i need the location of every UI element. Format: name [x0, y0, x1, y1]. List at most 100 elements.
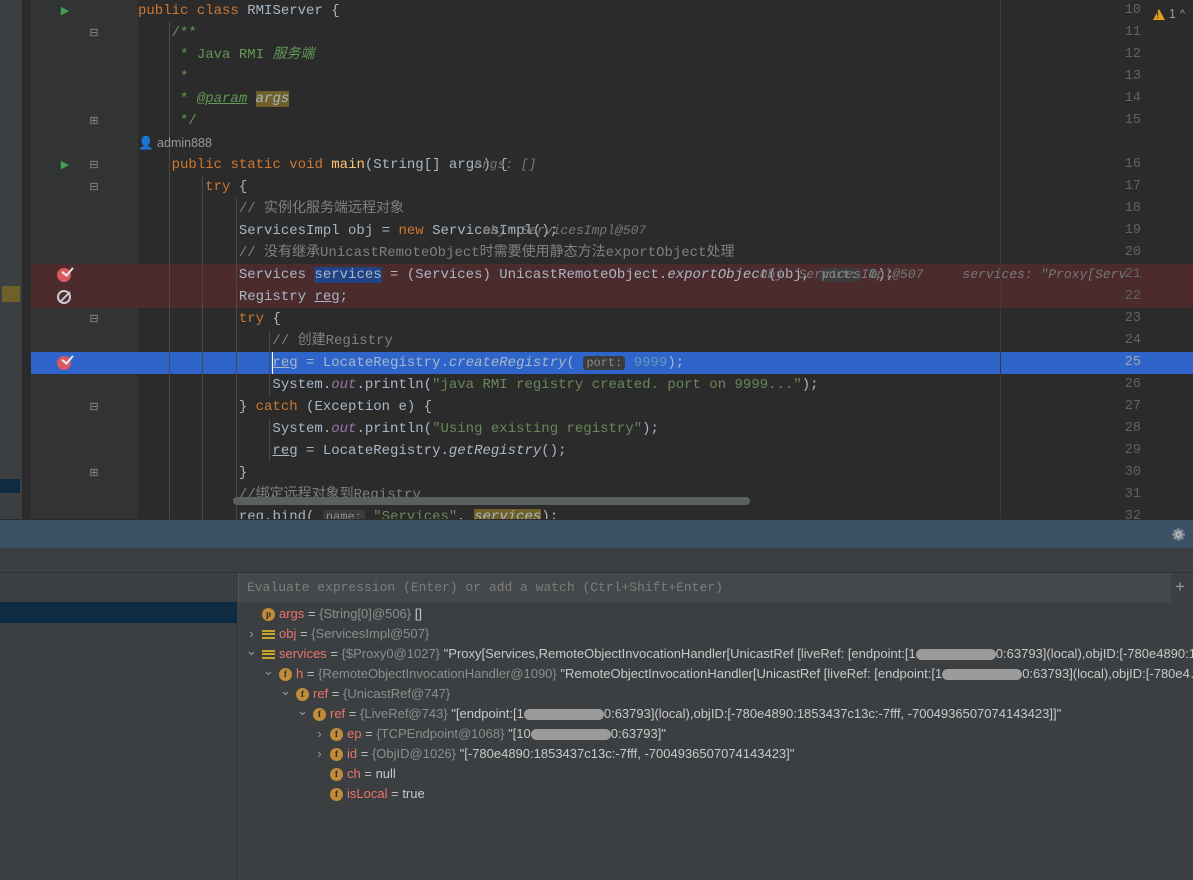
fold-marker[interactable]: ⊟ — [88, 154, 100, 176]
debug-toolwindow-header[interactable] — [0, 519, 1193, 548]
variable-row[interactable]: f isLocal = true — [238, 784, 1193, 804]
frames-panel[interactable] — [0, 602, 237, 880]
code-line[interactable]: 20 // 没有继承UnicastRemoteObject时需要使用静态方法ex… — [0, 242, 1193, 264]
variable-row[interactable]: f ch = null — [238, 764, 1193, 784]
hscrollbar-thumb[interactable] — [233, 497, 750, 505]
code-line[interactable]: 👤 admin888 — [0, 132, 1193, 154]
code-line[interactable]: 22 Registry reg; — [0, 286, 1193, 308]
variable-label: id = {ObjID@1026} "[-780e4890:1853437c13… — [347, 746, 795, 761]
variable-row[interactable]: ⌄ services = {$Proxy0@1027} "Proxy[Servic… — [238, 644, 1193, 664]
fold-marker[interactable]: ⊟ — [88, 396, 100, 418]
breakpoint-icon[interactable] — [57, 356, 71, 370]
code-text[interactable]: // 创建Registry — [138, 330, 392, 352]
breakpoint-muted-icon[interactable] — [57, 290, 71, 304]
code-line[interactable]: 10 ▶ public class RMIServer { — [0, 0, 1193, 22]
code-editor[interactable]: 10 ▶ public class RMIServer {11 ⊟ /** 12 * J… — [0, 0, 1193, 519]
inline-debug-value: args: [] — [474, 157, 537, 172]
gear-icon[interactable] — [1170, 526, 1187, 543]
code-line[interactable]: 16 ▶ ⊟ public static void main(String[] ar… — [0, 154, 1193, 176]
chevron-down-icon[interactable]: ⌄ — [246, 644, 257, 664]
code-text[interactable]: /** — [138, 22, 197, 44]
code-text[interactable]: * Java RMI 服务端 — [138, 44, 314, 66]
code-text[interactable]: try { — [138, 308, 281, 330]
code-text[interactable]: // 没有继承UnicastRemoteObject时需要使用静态方法expor… — [138, 242, 735, 264]
field-icon: f — [330, 768, 343, 781]
code-text[interactable]: System.out.println("java RMI registry cr… — [138, 374, 818, 396]
code-line[interactable]: 15 ⊞ */ — [0, 110, 1193, 132]
code-text[interactable]: } — [138, 462, 247, 484]
object-value-icon — [262, 628, 275, 641]
run-gutter-icon[interactable]: ▶ — [58, 0, 72, 22]
warning-triangle-icon — [1152, 8, 1165, 20]
code-text[interactable]: public static void main(String[] args) { — [138, 154, 508, 176]
field-icon: f — [279, 668, 292, 681]
inline-debug-value: obj: ServicesImpl@507 services: "Proxy[S… — [759, 267, 1127, 282]
code-text[interactable]: reg.bind( name: "Services", services); — [138, 506, 558, 519]
code-line[interactable]: 25 reg = LocateRegistry.createRegistry( … — [0, 352, 1193, 374]
evaluate-expression-input[interactable]: Evaluate expression (Enter) or add a wat… — [238, 573, 1171, 602]
code-line[interactable]: 14 * @param args — [0, 88, 1193, 110]
code-text[interactable]: 👤 admin888 — [138, 132, 212, 154]
code-line[interactable]: 21 Services services = (Services) Unicas… — [0, 264, 1193, 286]
code-line[interactable]: 19 ServicesImpl obj = new ServicesImpl()… — [0, 220, 1193, 242]
code-line[interactable]: 26 System.out.println("java RMI registry… — [0, 374, 1193, 396]
fold-marker[interactable]: ⊟ — [88, 308, 100, 330]
code-line[interactable]: 11 ⊟ /** — [0, 22, 1193, 44]
chevron-right-icon[interactable]: › — [246, 624, 257, 644]
code-line[interactable]: 27 ⊟ } catch (Exception e) { — [0, 396, 1193, 418]
chevron-right-icon[interactable]: › — [314, 724, 325, 744]
chevron-down-icon[interactable]: ⌄ — [280, 684, 291, 704]
variable-row[interactable]: ⌄ f ref = {UnicastRef@747} — [238, 684, 1193, 704]
variable-label: args = {String[0]@506} [] — [279, 606, 422, 621]
frame-selected-row[interactable] — [0, 602, 237, 623]
code-text[interactable]: * @param args — [138, 88, 290, 110]
code-text[interactable]: System.out.println("Using existing regis… — [138, 418, 659, 440]
code-line[interactable]: 18 // 实例化服务端远程对象 — [0, 198, 1193, 220]
chevron-up-icon[interactable]: ^ — [1180, 8, 1185, 20]
code-text[interactable]: } catch (Exception e) { — [138, 396, 432, 418]
breakpoint-icon[interactable] — [57, 268, 71, 282]
fold-marker[interactable]: ⊞ — [88, 462, 100, 484]
code-line[interactable]: 30 ⊞ } — [0, 462, 1193, 484]
chevron-right-icon[interactable]: › — [314, 744, 325, 764]
code-line[interactable]: 13 * — [0, 66, 1193, 88]
code-text[interactable]: * — [138, 66, 188, 88]
code-line[interactable]: 12 * Java RMI 服务端 — [0, 44, 1193, 66]
run-gutter-icon[interactable]: ▶ — [58, 154, 72, 176]
fold-marker[interactable]: ⊟ — [88, 22, 100, 44]
line-number: 28 — [1124, 421, 1141, 436]
variable-row[interactable]: p args = {String[0]@506} [] — [238, 604, 1193, 624]
field-icon: f — [296, 688, 309, 701]
field-icon: f — [330, 748, 343, 761]
code-line[interactable]: 32 reg.bind( name: "Services", services)… — [0, 506, 1193, 519]
code-text[interactable]: */ — [138, 110, 197, 132]
code-line[interactable]: 17 ⊟ try { — [0, 176, 1193, 198]
chevron-down-icon[interactable]: ⌄ — [263, 664, 274, 684]
line-number: 23 — [1124, 311, 1141, 326]
code-text[interactable]: Registry reg; — [138, 286, 348, 308]
variable-row[interactable]: ⌄ f h = {RemoteObjectInvocationHandler@109… — [238, 664, 1193, 684]
inspection-widget[interactable]: 1 ^ — [1152, 4, 1185, 24]
code-line[interactable]: 24 // 创建Registry — [0, 330, 1193, 352]
variable-row[interactable]: › obj = {ServicesImpl@507} — [238, 624, 1193, 644]
code-line[interactable]: 28 System.out.println("Using existing re… — [0, 418, 1193, 440]
code-text[interactable]: // 实例化服务端远程对象 — [138, 198, 404, 220]
variable-row[interactable]: ⌄ f ref = {LiveRef@743} "[endpoint:[1.0:63… — [238, 704, 1193, 724]
code-text[interactable]: try { — [138, 176, 247, 198]
fold-marker[interactable]: ⊞ — [88, 110, 100, 132]
code-text[interactable]: reg = LocateRegistry.createRegistry( por… — [138, 352, 684, 374]
code-line[interactable]: 23 ⊟ try { — [0, 308, 1193, 330]
variables-tree[interactable]: p args = {String[0]@506} [] › obj = {Servic… — [238, 602, 1193, 880]
debug-tabs-strip[interactable] — [0, 548, 1193, 573]
variable-row[interactable]: › f ep = {TCPEndpoint@1068} "[10.0:63793]" — [238, 724, 1193, 744]
code-text[interactable]: reg = LocateRegistry.getRegistry(); — [138, 440, 566, 462]
code-text[interactable]: public class RMIServer { — [138, 0, 340, 22]
fold-marker[interactable]: ⊟ — [88, 176, 100, 198]
line-number: 22 — [1124, 289, 1141, 304]
line-number: 14 — [1124, 91, 1141, 106]
add-watch-button[interactable]: + — [1171, 578, 1189, 596]
chevron-down-icon[interactable]: ⌄ — [297, 704, 308, 724]
editor-horizontal-scrollbar[interactable] — [138, 497, 1193, 506]
code-line[interactable]: 29 reg = LocateRegistry.getRegistry(); — [0, 440, 1193, 462]
variable-row[interactable]: › f id = {ObjID@1026} "[-780e4890:1853437c… — [238, 744, 1193, 764]
